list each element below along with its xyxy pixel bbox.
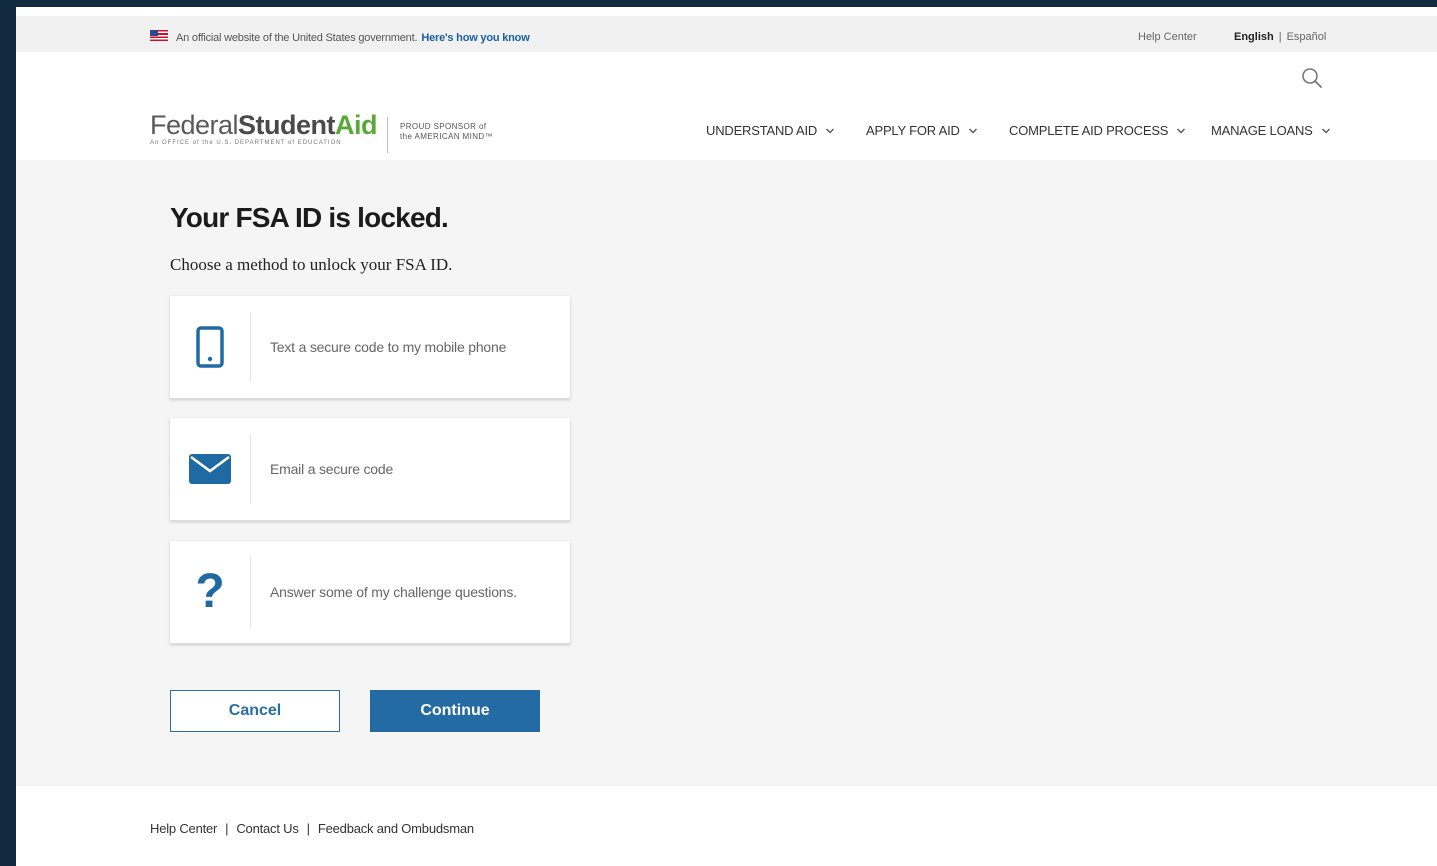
language-separator: | bbox=[1278, 31, 1282, 43]
heres-how-you-know-link[interactable]: Here's how you know bbox=[421, 32, 529, 44]
unlock-instruction: Choose a method to unlock your FSA ID. bbox=[170, 255, 453, 274]
search-icon[interactable] bbox=[1301, 67, 1323, 89]
logo-aid: Aid bbox=[335, 110, 378, 140]
sponsor-line-2: the AMERICAN MIND™ bbox=[400, 132, 493, 141]
continue-button[interactable]: Continue bbox=[370, 690, 540, 732]
option-text-code[interactable]: Text a secure code to my mobile phone bbox=[170, 296, 570, 399]
sponsor-line-1: PROUD SPONSOR of bbox=[400, 122, 487, 131]
nav-manage-loans[interactable]: MANAGE LOANS bbox=[1211, 123, 1331, 138]
language-switcher: English | Español bbox=[1234, 31, 1326, 43]
footer-contact-us-link[interactable]: Contact Us bbox=[236, 821, 299, 836]
chevron-down-icon bbox=[826, 128, 835, 133]
gov-banner-statement: An official website of the United States… bbox=[176, 32, 418, 44]
us-flag-icon bbox=[150, 30, 168, 41]
option-divider bbox=[250, 434, 251, 504]
logo-student: Student bbox=[238, 110, 336, 140]
gov-banner-text: An official website of the United States… bbox=[176, 32, 530, 44]
option-icon-wrap bbox=[170, 418, 250, 520]
nav-understand-aid[interactable]: UNDERSTAND AID bbox=[706, 123, 835, 138]
nav-label: MANAGE LOANS bbox=[1211, 123, 1313, 138]
option-icon-wrap bbox=[170, 296, 250, 398]
option-icon-wrap: ? bbox=[170, 541, 250, 643]
main-content: Your FSA ID is locked. Choose a method t… bbox=[16, 160, 1437, 786]
nav-label: APPLY FOR AID bbox=[866, 123, 960, 138]
footer-help-center-link[interactable]: Help Center bbox=[150, 821, 217, 836]
help-center-link-top[interactable]: Help Center bbox=[1138, 31, 1197, 43]
footer-links: Help Center | Contact Us | Feedback and Ombu… bbox=[150, 821, 474, 836]
footer-separator: | bbox=[306, 821, 310, 836]
option-divider bbox=[250, 557, 251, 627]
browser-page: An official website of the United States… bbox=[16, 7, 1437, 866]
sponsor-tagline: PROUD SPONSOR of the AMERICAN MIND™ bbox=[400, 122, 493, 142]
cancel-button[interactable]: Cancel bbox=[170, 690, 340, 732]
footer-separator: | bbox=[225, 821, 229, 836]
option-label: Email a secure code bbox=[270, 461, 394, 477]
option-divider bbox=[250, 312, 251, 382]
nav-label: COMPLETE AID PROCESS bbox=[1009, 123, 1169, 138]
chevron-down-icon bbox=[1177, 128, 1186, 133]
question-mark-icon: ? bbox=[195, 565, 225, 618]
option-email-code[interactable]: Email a secure code bbox=[170, 418, 570, 521]
footer-feedback-link[interactable]: Feedback and Ombudsman bbox=[318, 821, 474, 836]
option-challenge-questions[interactable]: ? Answer some of my challenge questions. bbox=[170, 541, 570, 644]
envelope-icon bbox=[189, 454, 231, 484]
mobile-phone-icon bbox=[196, 326, 224, 368]
nav-label: UNDERSTAND AID bbox=[706, 123, 818, 138]
fsa-logo[interactable]: FederalStudentAid An OFFICE of the U.S. … bbox=[150, 110, 378, 151]
nav-complete-aid-process[interactable]: COMPLETE AID PROCESS bbox=[1009, 123, 1186, 138]
chevron-down-icon bbox=[968, 128, 977, 133]
logo-subtitle: An OFFICE of the U.S. DEPARTMENT of EDUC… bbox=[150, 140, 342, 146]
logo-wordmark: FederalStudentAid bbox=[150, 110, 378, 140]
page-title: Your FSA ID is locked. bbox=[170, 202, 449, 233]
gov-banner: An official website of the United States… bbox=[16, 16, 1437, 52]
chevron-down-icon bbox=[1321, 128, 1330, 133]
option-label: Text a secure code to my mobile phone bbox=[270, 339, 507, 355]
logo-divider bbox=[387, 117, 388, 153]
logo-federal: Federal bbox=[150, 110, 239, 140]
nav-apply-for-aid[interactable]: APPLY FOR AID bbox=[866, 123, 978, 138]
language-espanol[interactable]: Español bbox=[1287, 31, 1327, 43]
option-label: Answer some of my challenge questions. bbox=[270, 584, 517, 600]
language-english[interactable]: English bbox=[1234, 31, 1274, 43]
